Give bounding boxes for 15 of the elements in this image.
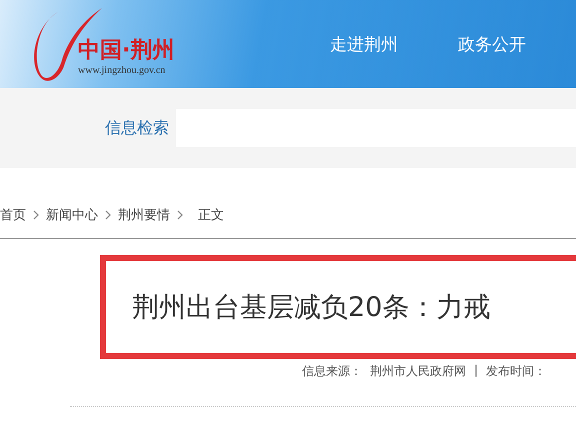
breadcrumb-link[interactable]: 首页: [0, 206, 26, 224]
meta-text: 荆州市人民政府网: [370, 363, 466, 380]
meta-text: 发布时间：: [486, 363, 546, 380]
breadcrumb-link[interactable]: 荆州要情: [118, 206, 170, 224]
article-title: 荆州出台基层减负20条：力戒: [132, 291, 490, 325]
meta-text: 信息来源：: [302, 363, 362, 380]
chevron-right-icon: [105, 210, 111, 220]
breadcrumb-link[interactable]: 新闻中心: [46, 206, 98, 224]
meta-text: |: [474, 363, 478, 379]
logo-title: 中国·荆州: [78, 37, 174, 65]
chevron-right-icon: [33, 210, 39, 220]
search-label: 信息检索: [105, 118, 170, 138]
logo-url: www.jingzhou.gov.cn: [78, 65, 166, 76]
breadcrumb-link[interactable]: 正文: [198, 206, 224, 224]
chevron-right-icon: [177, 210, 183, 220]
